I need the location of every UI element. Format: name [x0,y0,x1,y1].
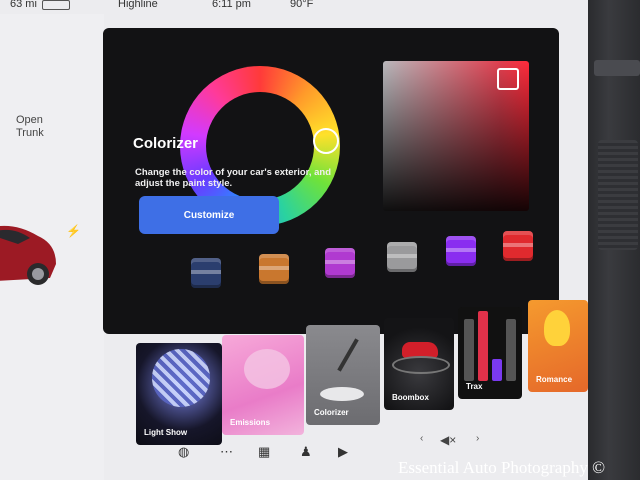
disco-ball-icon [152,349,210,407]
app-label: Light Show [144,428,188,437]
vent-trim [594,60,640,76]
toybox-icon[interactable]: ▦ [258,444,270,460]
chevron-left-icon[interactable]: ‹ [420,433,423,444]
mute-icon[interactable]: ◀× [440,433,456,447]
app-label: Trax [466,382,483,391]
app-tile-light-show[interactable]: Light Show [136,343,222,445]
car-model-image [0,225,56,285]
trax-track-bar [464,319,474,381]
paint-swatch-violet[interactable] [446,236,476,266]
lightning-icon[interactable]: ⚡ [66,224,81,238]
app-tile-trax[interactable]: Trax [458,307,522,399]
open-trunk-button[interactable]: Open Trunk [16,114,44,140]
app-label: Colorizer [314,408,349,417]
clock: 6:11 pm [212,0,251,10]
shade-picker[interactable] [383,61,529,211]
app-label: Boombox [392,393,429,402]
chevron-right-icon[interactable]: › [476,433,479,444]
speaker-ring-icon [392,356,450,374]
trunk-label-line2: Trunk [16,127,44,139]
battery-icon [42,0,70,10]
trunk-label-line1: Open [16,114,43,126]
customize-button[interactable]: Customize [139,196,279,234]
driver-profile[interactable]: Highline [118,0,158,10]
trax-track-bar [492,359,502,381]
app-tile-colorizer[interactable]: Colorizer [306,325,380,425]
car-status-panel: Open Trunk ⚡ [0,14,104,480]
trax-track-bar [506,319,516,381]
fireplace-icon [544,310,570,346]
app-tile-boombox[interactable]: Boombox [384,318,454,410]
paint-swatch-copper[interactable] [259,254,289,284]
paint-swatch-red[interactable] [503,231,533,261]
photo-watermark: Essential Auto Photography © [398,458,605,477]
paint-swatch-navy[interactable] [191,258,221,288]
app-label: Romance [536,375,573,384]
paint-swatch-silver[interactable] [387,242,417,272]
app-label: Emissions [230,418,271,427]
dash-trim [598,140,638,250]
paint-drop-icon [320,387,364,401]
color-wheel-knob[interactable] [313,128,339,154]
status-bar: 63 mi Highline 6:11 pm 90°F [0,0,588,12]
theater-icon[interactable]: ▶ [338,444,348,460]
outside-temperature: 90°F [290,0,314,10]
paint-swatch-purple[interactable] [325,248,355,278]
shade-picker-handle[interactable] [497,68,519,90]
colorizer-card: Colorizer Change the color of your car's… [103,28,559,334]
arcade-joystick-icon[interactable]: ♟ [300,444,312,460]
trax-track-bar [478,311,488,381]
screen-bezel [588,0,640,480]
more-apps-icon[interactable]: ⋯ [220,444,233,460]
pipette-icon [337,338,359,372]
range-readout: 63 mi [10,0,37,10]
colorizer-description: Change the color of your car's exterior,… [135,167,332,189]
app-tile-romance[interactable]: Romance [528,300,588,392]
app-tile-emissions[interactable]: Emissions [222,335,304,435]
app-launcher-icon[interactable]: ◍ [178,444,189,460]
whoopee-cushion-icon [244,349,290,389]
touchscreen: 63 mi Highline 6:11 pm 90°F Open Trunk ⚡… [0,0,588,480]
colorizer-title: Colorizer [133,135,199,152]
